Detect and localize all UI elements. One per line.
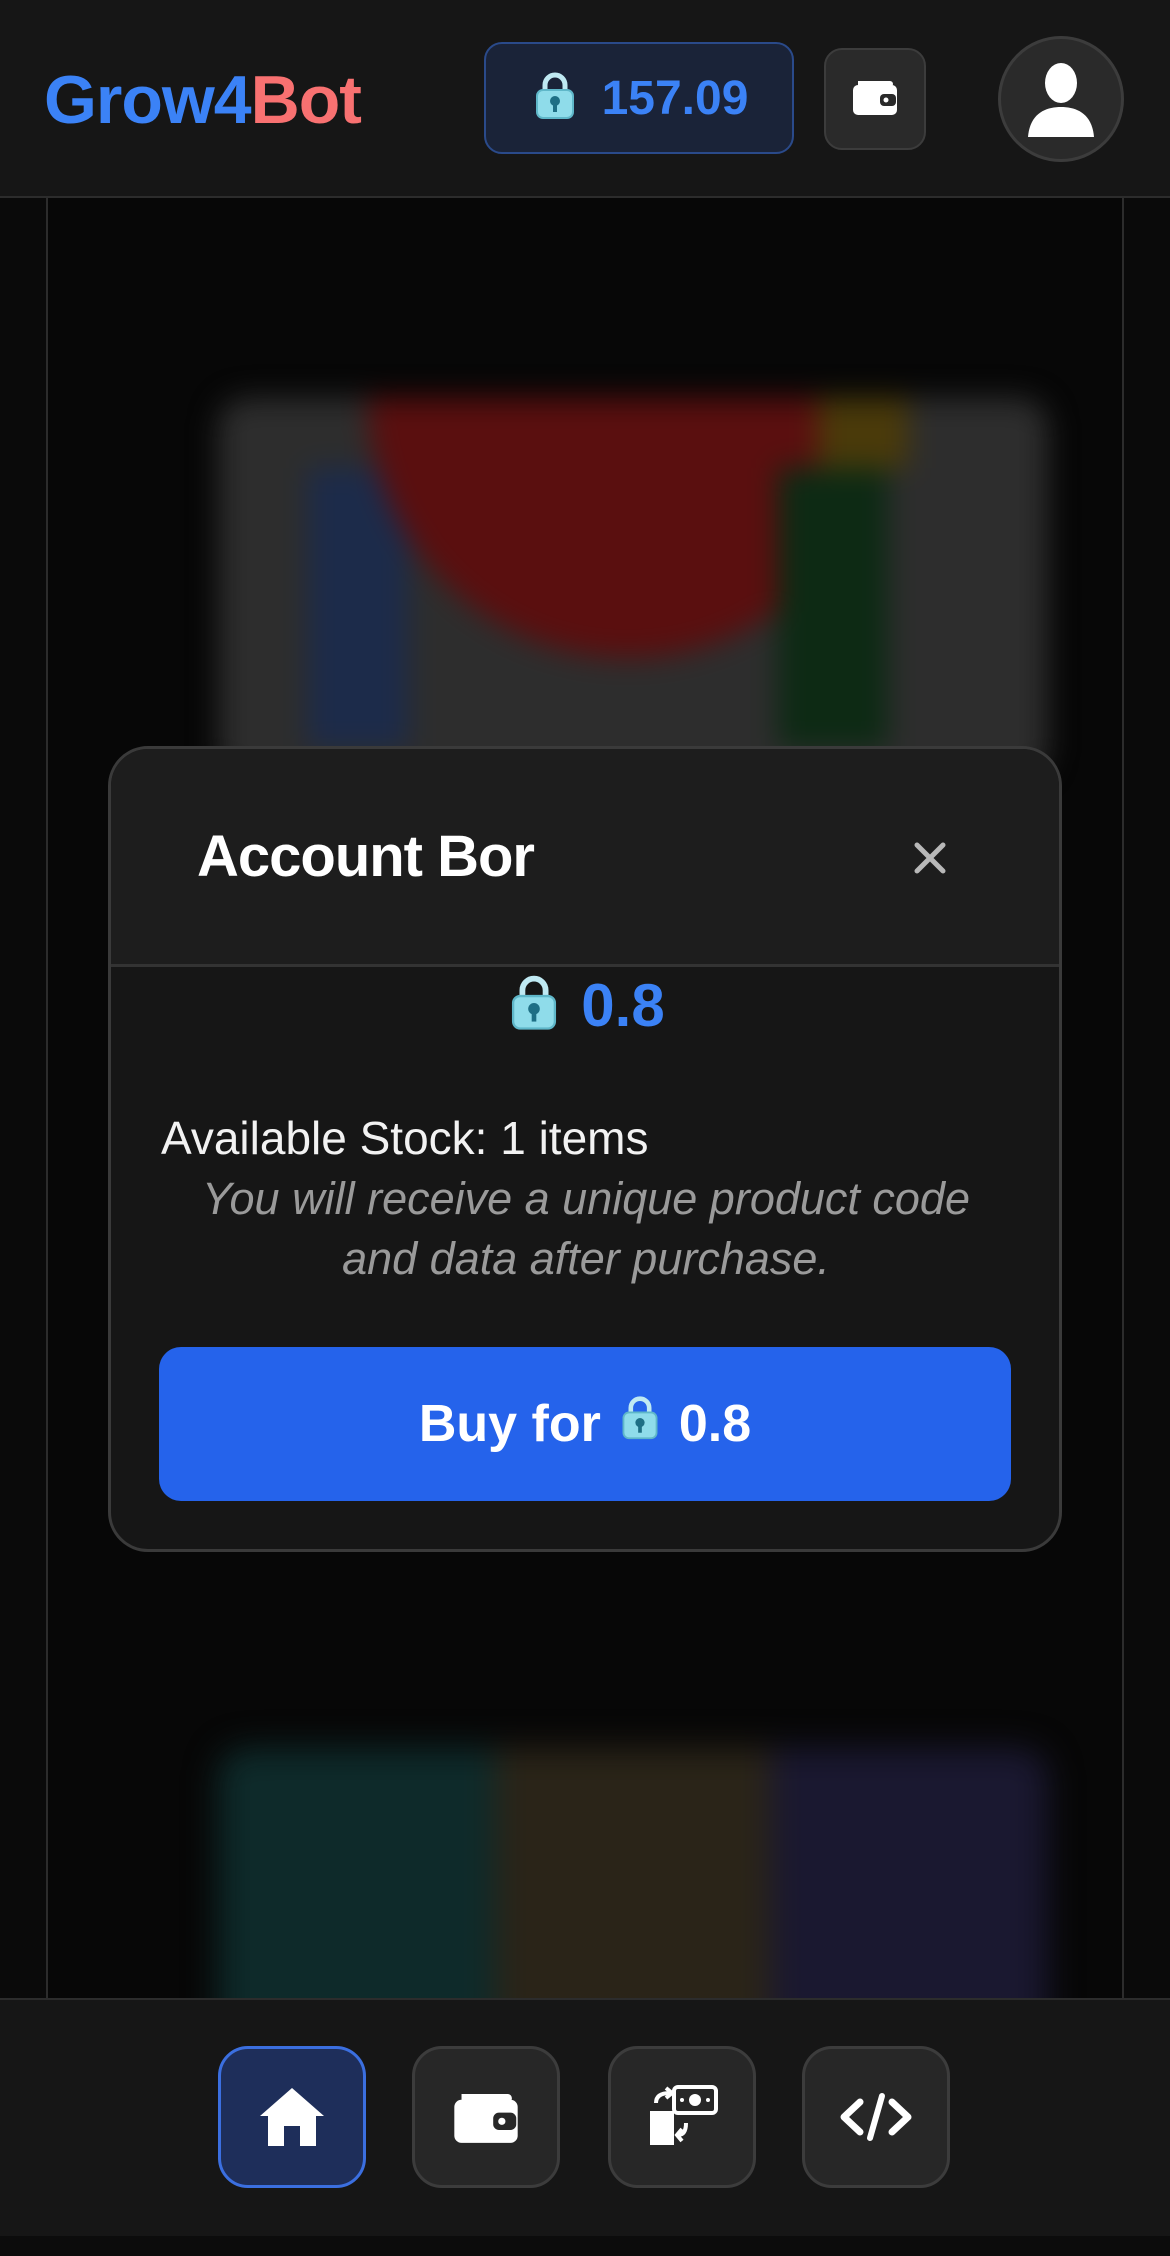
wallet-icon: [850, 75, 900, 124]
wallet-button[interactable]: [824, 48, 926, 150]
buy-button[interactable]: Buy for 0.8: [159, 1347, 1011, 1501]
code-icon: [840, 2093, 912, 2141]
close-button[interactable]: [907, 835, 953, 881]
nav-developer[interactable]: [802, 2046, 950, 2188]
bottom-nav: [0, 1998, 1170, 2236]
profile-avatar-button[interactable]: [998, 36, 1124, 162]
brand-text-part2: Bot: [250, 62, 362, 138]
price-value: 0.8: [581, 972, 665, 1039]
user-icon: [1026, 57, 1096, 142]
modal-header: Account Bor: [111, 749, 1059, 967]
top-header: Grow4Bot 157.09: [0, 0, 1170, 198]
buy-label: Buy for: [418, 1395, 601, 1453]
modal-title: Account Bor: [197, 824, 535, 889]
lock-icon: [505, 974, 563, 1037]
purchase-note: You will receive a unique product code a…: [202, 1173, 970, 1284]
nav-wallet[interactable]: [412, 2046, 560, 2188]
product-modal: Account Bor 0.8 Available Stock: 1 items…: [108, 746, 1062, 1552]
modal-price: 0.8: [111, 971, 1059, 1040]
lock-icon: [617, 1394, 663, 1454]
exchange-icon: [650, 2085, 718, 2145]
nav-exchange[interactable]: [608, 2046, 756, 2188]
balance-badge[interactable]: 157.09: [484, 42, 794, 154]
nav-home[interactable]: [218, 2046, 366, 2188]
buy-price: 0.8: [678, 1395, 752, 1453]
balance-value: 157.09: [601, 71, 749, 125]
wallet-icon: [454, 2093, 518, 2143]
bottom-strip: [0, 2236, 1170, 2256]
brand-logo[interactable]: Grow4Bot: [44, 58, 362, 142]
home-icon: [260, 2088, 324, 2146]
lock-icon: [530, 71, 580, 126]
brand-text-part1: Grow4: [44, 62, 252, 138]
close-icon: [914, 842, 946, 874]
product-card-blurred: [218, 398, 1048, 778]
available-stock: Available Stock: 1 items: [161, 1112, 649, 1164]
